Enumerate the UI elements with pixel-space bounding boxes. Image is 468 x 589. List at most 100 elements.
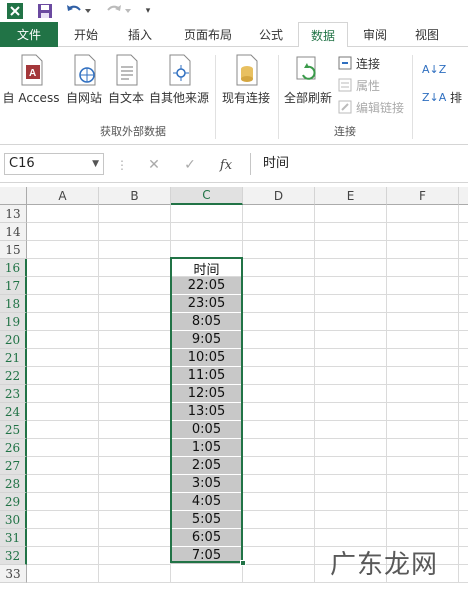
time-cell[interactable]: 11:05: [171, 367, 242, 385]
row-header-14[interactable]: 14: [0, 223, 27, 241]
excel-logo-icon: [5, 1, 25, 21]
row-header-25[interactable]: 25: [0, 421, 27, 439]
select-all-corner[interactable]: [0, 187, 27, 205]
time-cell[interactable]: 22:05: [171, 277, 242, 295]
tab-page-layout[interactable]: 页面布局: [170, 22, 246, 47]
time-cell[interactable]: 5:05: [171, 511, 242, 529]
row-header-23[interactable]: 23: [0, 385, 27, 403]
row-header-32[interactable]: 32: [0, 547, 27, 565]
tab-review[interactable]: 审阅: [354, 22, 396, 47]
tab-insert[interactable]: 插入: [116, 22, 164, 47]
other-sources-icon: [164, 53, 194, 87]
header-cell-c16[interactable]: 时间: [171, 259, 242, 278]
name-box[interactable]: C16 ▼: [4, 153, 104, 175]
redo-icon[interactable]: [105, 1, 135, 21]
row-header-26[interactable]: 26: [0, 439, 27, 457]
sort-desc-button[interactable]: Z↓A: [422, 87, 446, 107]
properties-icon: [338, 78, 352, 92]
sort-button[interactable]: 排: [450, 87, 462, 107]
gridline-horizontal: [27, 312, 468, 313]
tab-home[interactable]: 开始: [62, 22, 110, 47]
row-header-27[interactable]: 27: [0, 457, 27, 475]
row-header-24[interactable]: 24: [0, 403, 27, 421]
refresh-all-button[interactable]: 全部刷新: [282, 53, 334, 113]
from-web-button[interactable]: 自网站: [64, 53, 104, 113]
column-header-a[interactable]: A: [27, 187, 99, 205]
column-header-d[interactable]: D: [243, 187, 315, 205]
customize-qat-icon[interactable]: ▾: [140, 1, 156, 21]
gridline-horizontal: [27, 330, 468, 331]
row-header-33[interactable]: 33: [0, 565, 27, 583]
edit-links-button[interactable]: 编辑链接: [338, 97, 404, 117]
time-cell[interactable]: 7:05: [171, 547, 242, 565]
time-cell[interactable]: 23:05: [171, 295, 242, 313]
row-header-15[interactable]: 15: [0, 241, 27, 259]
time-cell[interactable]: 13:05: [171, 403, 242, 421]
from-other-sources-button[interactable]: 自其他来源: [148, 53, 210, 113]
row-header-21[interactable]: 21: [0, 349, 27, 367]
tab-formulas[interactable]: 公式: [250, 22, 292, 47]
time-cell[interactable]: 3:05: [171, 475, 242, 493]
cancel-icon[interactable]: ✕: [142, 155, 166, 175]
svg-text:A: A: [29, 68, 36, 79]
from-access-button[interactable]: A 自 Access: [2, 53, 60, 113]
column-header-e[interactable]: E: [315, 187, 387, 205]
existing-connections-button[interactable]: 现有连接: [220, 53, 272, 113]
tab-file[interactable]: 文件: [0, 22, 58, 47]
time-cell[interactable]: 4:05: [171, 493, 242, 511]
time-cell[interactable]: 12:05: [171, 385, 242, 403]
time-cell[interactable]: 1:05: [171, 439, 242, 457]
row-header-28[interactable]: 28: [0, 475, 27, 493]
gridline-horizontal: [27, 582, 468, 583]
time-cell[interactable]: 9:05: [171, 331, 242, 349]
gridline-horizontal: [27, 438, 468, 439]
fill-handle[interactable]: [240, 560, 246, 566]
formula-bar: C16 ▼ ⋮ ✕ ✓ fx 时间: [0, 146, 468, 183]
save-icon[interactable]: [35, 1, 55, 21]
row-header-31[interactable]: 31: [0, 529, 27, 547]
row-header-13[interactable]: 13: [0, 205, 27, 223]
worksheet-grid[interactable]: A B C D E F 13 14 15 16 17 18 19 20 21 22 23 24 25 26…: [0, 187, 468, 589]
gridline-horizontal: [27, 456, 468, 457]
name-box-dropdown-icon[interactable]: ▼: [92, 154, 99, 174]
gridline-vertical: [458, 205, 459, 583]
name-box-value: C16: [9, 156, 35, 171]
insert-function-button[interactable]: fx: [214, 155, 238, 175]
tab-view[interactable]: 视图: [406, 22, 448, 47]
time-cell[interactable]: 2:05: [171, 457, 242, 475]
row-header-29[interactable]: 29: [0, 493, 27, 511]
gridline-horizontal: [27, 222, 468, 223]
properties-button[interactable]: 属性: [338, 75, 380, 95]
sort-label: 排: [450, 90, 463, 105]
time-cell[interactable]: 8:05: [171, 313, 242, 331]
tab-data[interactable]: 数据: [298, 22, 348, 48]
watermark: 广东龙网: [330, 550, 439, 580]
sort-asc-button[interactable]: A↓Z: [422, 59, 446, 79]
gridline-horizontal: [27, 276, 468, 277]
get-external-data-group-label: 获取外部数据: [100, 125, 166, 138]
row-header-18[interactable]: 18: [0, 295, 27, 313]
connections-button[interactable]: 连接: [338, 53, 380, 73]
formula-input[interactable]: 时间: [250, 153, 468, 175]
time-cell[interactable]: 10:05: [171, 349, 242, 367]
column-header-c[interactable]: C: [171, 187, 243, 205]
row-header-16[interactable]: 16: [0, 259, 27, 277]
undo-icon[interactable]: [63, 1, 93, 21]
ribbon-data: A 自 Access 自网站 自文本 自其他来源 现有连接 获取外部数据 全部刷…: [0, 47, 468, 145]
row-header-17[interactable]: 17: [0, 277, 27, 295]
connections-label: 连接: [356, 56, 381, 71]
from-text-button[interactable]: 自文本: [106, 53, 146, 113]
time-cell[interactable]: 6:05: [171, 529, 242, 547]
row-header-22[interactable]: 22: [0, 367, 27, 385]
column-header-f[interactable]: F: [387, 187, 459, 205]
sort-desc-icon: Z↓A: [422, 90, 447, 104]
gridline-horizontal: [27, 384, 468, 385]
row-header-20[interactable]: 20: [0, 331, 27, 349]
enter-icon[interactable]: ✓: [178, 155, 202, 175]
column-header-b[interactable]: B: [99, 187, 171, 205]
row-header-30[interactable]: 30: [0, 511, 27, 529]
edit-links-label: 编辑链接: [356, 100, 405, 115]
row-header-19[interactable]: 19: [0, 313, 27, 331]
time-cell[interactable]: 0:05: [171, 421, 242, 439]
column-header-g[interactable]: [459, 187, 468, 205]
